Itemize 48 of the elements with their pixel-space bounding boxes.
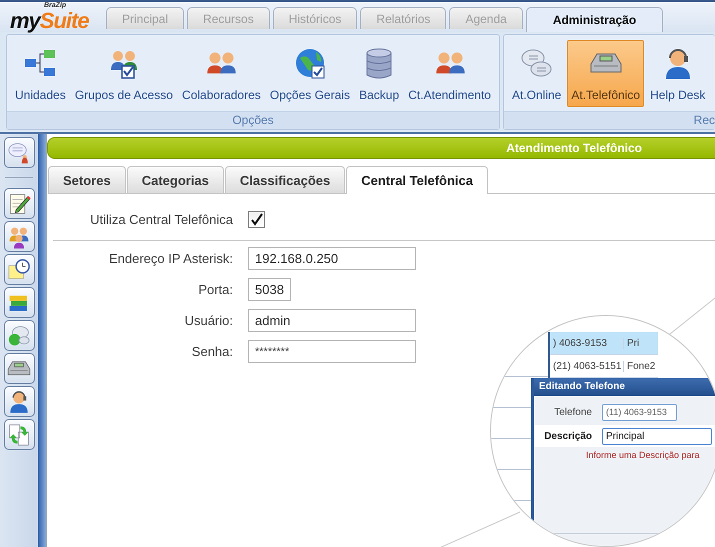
sidebar-button[interactable] <box>4 287 34 318</box>
sidebar-button[interactable] <box>4 221 34 252</box>
input-field[interactable]: admin <box>248 309 416 332</box>
input-field[interactable]: ******** <box>248 340 416 363</box>
input-field[interactable]: Principal <box>602 428 712 444</box>
ribbon-button[interactable]: Ct.Atendimento <box>404 40 495 106</box>
ribbon-button[interactable]: At.Online <box>508 40 566 106</box>
sidebar-button[interactable] <box>4 320 34 351</box>
table-cell: (21) 4063-5151 <box>550 360 624 372</box>
group-label: Opções <box>7 111 499 129</box>
panel-tab[interactable]: Central Telefônica <box>346 166 488 194</box>
sidebar-button[interactable] <box>4 419 34 450</box>
input-field[interactable]: (11) 4063-9153 <box>602 404 677 420</box>
ribbon-button[interactable]: Colaboradores <box>178 40 265 106</box>
ribbon-button[interactable]: Opções Gerais <box>266 40 354 106</box>
ribbon-button[interactable]: Help Desk <box>646 40 710 106</box>
ribbon-button[interactable]: Backup <box>355 40 404 106</box>
table-cell-text: Pri <box>626 338 640 348</box>
ribbon-button[interactable]: At.Telefônico <box>567 40 644 106</box>
checkbox-label: Utiliza Central Telefônica <box>89 212 233 226</box>
sidebar-button[interactable] <box>4 188 34 219</box>
menu-tab[interactable]: Administração <box>526 7 664 32</box>
input-field[interactable]: 5038 <box>248 278 291 301</box>
table-cell-text: Fone2 <box>626 360 656 372</box>
field-label: Telefone <box>553 406 592 418</box>
sidebar-button[interactable] <box>4 386 34 417</box>
input-field[interactable]: 192.168.0.250 <box>248 247 416 270</box>
panel-tab[interactable]: Setores <box>48 166 126 193</box>
panel-tab[interactable]: Classificações <box>224 166 346 193</box>
panel-tab[interactable]: Categorias <box>126 166 224 193</box>
field-label: Porta: <box>197 282 233 297</box>
ribbon-button[interactable]: Grupos de Acesso <box>70 40 177 106</box>
dialog-title: Editando Telefone <box>534 378 715 396</box>
panel-title: Atendimento Telefônico <box>506 141 642 155</box>
app-logo: mySuite <box>10 10 89 32</box>
table-row[interactable]: ) 4063-9153 Pri <box>550 332 658 355</box>
field-label: Usuário: <box>184 313 233 328</box>
sidebar-button[interactable] <box>4 353 34 384</box>
field-label: Descrição <box>543 430 592 442</box>
sidebar-button[interactable] <box>4 137 34 168</box>
field-label: Endereço IP Asterisk: <box>108 251 233 266</box>
sidebar-button[interactable] <box>4 254 34 285</box>
checkbox[interactable] <box>248 210 265 228</box>
table-cell: ) 4063-9153 <box>550 338 624 348</box>
ribbon-button[interactable]: Unidades <box>11 40 70 106</box>
field-label: Senha: <box>190 344 233 359</box>
error-message: Informe uma Descrição para <box>586 450 700 460</box>
group-label: Rec <box>504 111 715 129</box>
